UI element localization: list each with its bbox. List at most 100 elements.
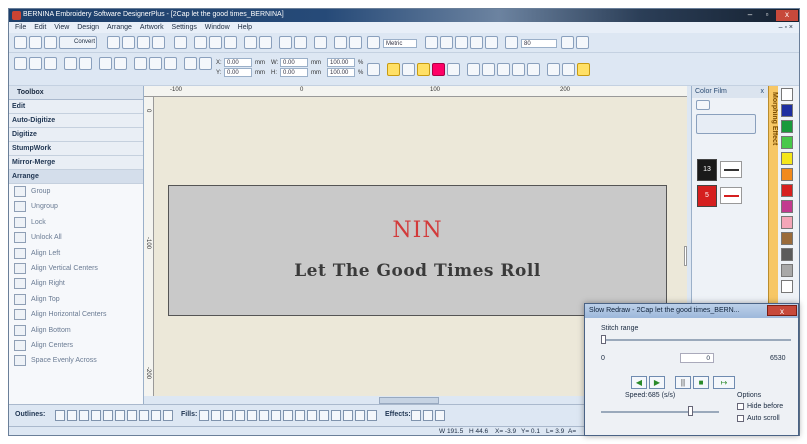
menu-artwork[interactable]: Artwork xyxy=(140,22,164,33)
effect-pattern-icon[interactable] xyxy=(411,410,421,421)
disk-icon[interactable] xyxy=(122,36,135,49)
effect-settings-icon[interactable] xyxy=(435,410,445,421)
new-icon[interactable] xyxy=(14,36,27,49)
outline-blanket-icon[interactable] xyxy=(91,410,101,421)
menu-design[interactable]: Design xyxy=(77,22,99,33)
toolbox-item-space-evenly-across[interactable]: Space Evenly Across xyxy=(9,353,143,368)
film-sort-controls[interactable] xyxy=(696,114,756,134)
hoop-edit-icon[interactable] xyxy=(294,36,307,49)
auto-scroll-checkbox[interactable] xyxy=(737,415,744,422)
zoom-input[interactable]: 80 xyxy=(521,39,557,48)
rotate-right-icon[interactable] xyxy=(149,57,162,70)
palette-color[interactable] xyxy=(781,184,793,197)
reshape-box-icon[interactable] xyxy=(79,57,92,70)
palette-color[interactable] xyxy=(781,120,793,133)
undo-icon[interactable] xyxy=(244,36,257,49)
toolbox-item-unlock-all[interactable]: Unlock All xyxy=(9,230,143,245)
fill-stipple-icon[interactable] xyxy=(343,410,353,421)
toolbox-item-align-right[interactable]: Align Right xyxy=(9,276,143,291)
lasso-icon[interactable] xyxy=(44,57,57,70)
film-options-icon[interactable] xyxy=(696,100,710,110)
frame-icon[interactable] xyxy=(485,36,498,49)
color-wheel-icon[interactable] xyxy=(387,63,400,76)
mirror-icon[interactable] xyxy=(99,57,112,70)
scale-w-input[interactable]: 100.00 xyxy=(327,58,355,67)
reshape-icon[interactable] xyxy=(64,57,77,70)
toolbox-section-mirror-merge[interactable]: Mirror-Merge xyxy=(9,156,143,170)
w-input[interactable]: 0.00 xyxy=(280,58,308,67)
units-select[interactable]: Metric xyxy=(383,39,417,48)
outline-backstitch-icon[interactable] xyxy=(115,410,125,421)
users-icon[interactable] xyxy=(455,36,468,49)
wand-icon[interactable] xyxy=(447,63,460,76)
toolbox-item-ungroup[interactable]: Ungroup xyxy=(9,199,143,214)
toolbox-section-edit[interactable]: Edit xyxy=(9,100,143,114)
machine-icon[interactable] xyxy=(334,36,347,49)
toolbox-item-lock[interactable]: Lock xyxy=(9,215,143,230)
grid-tool-icon[interactable] xyxy=(547,63,560,76)
toolbox-section-stumpwork[interactable]: StumpWork xyxy=(9,142,143,156)
design-tagline[interactable]: Let The Good Times Roll xyxy=(169,261,666,281)
preview-icon[interactable] xyxy=(152,36,165,49)
stitch-icon[interactable] xyxy=(314,36,327,49)
menu-file[interactable]: File xyxy=(15,22,26,33)
lock-proportions-icon[interactable] xyxy=(367,63,380,76)
toolbox-item-group[interactable]: Group xyxy=(9,184,143,199)
measure-icon[interactable] xyxy=(367,36,380,49)
effect-offset-icon[interactable] xyxy=(423,410,433,421)
toolbox-section-arrange[interactable]: Arrange xyxy=(9,170,143,184)
hide-before-checkbox[interactable] xyxy=(737,403,744,410)
outline-motif-icon[interactable] xyxy=(103,410,113,421)
outline-running-icon[interactable] xyxy=(55,410,65,421)
menu-arrange[interactable]: Arrange xyxy=(107,22,132,33)
fill-contour-icon[interactable] xyxy=(235,410,245,421)
stop-button[interactable]: ■ xyxy=(693,376,709,389)
horizontal-scrollbar[interactable] xyxy=(379,397,439,404)
toolbox-item-align-left[interactable]: Align Left xyxy=(9,246,143,261)
doc-window-controls[interactable]: – ▫ × xyxy=(779,22,793,33)
play-icon[interactable] xyxy=(114,57,127,70)
fill-heart-icon[interactable] xyxy=(259,410,269,421)
save-icon[interactable] xyxy=(44,36,57,49)
x-input[interactable]: 0.00 xyxy=(224,58,252,67)
palette-color[interactable] xyxy=(781,248,793,261)
stitch-range-thumb[interactable] xyxy=(601,335,606,344)
copy-icon[interactable] xyxy=(209,36,222,49)
send-icon[interactable] xyxy=(349,36,362,49)
fill-tatami-icon[interactable] xyxy=(199,410,209,421)
color-film-item[interactable]: 5 xyxy=(697,185,763,207)
palette-color[interactable] xyxy=(781,136,793,149)
maximize-button[interactable]: ▫ xyxy=(759,10,775,21)
fill-pattern-icon[interactable] xyxy=(223,410,233,421)
star-icon[interactable] xyxy=(402,63,415,76)
toolbox-item-align-bottom[interactable]: Align Bottom xyxy=(9,323,143,338)
toolbox-item-align-top[interactable]: Align Top xyxy=(9,292,143,307)
motif-icon[interactable] xyxy=(497,63,510,76)
fill-cross-icon[interactable] xyxy=(283,410,293,421)
frame-tool-icon[interactable] xyxy=(527,63,540,76)
menu-settings[interactable]: Settings xyxy=(172,22,197,33)
menu-window[interactable]: Window xyxy=(205,22,230,33)
palette-color[interactable] xyxy=(781,280,793,293)
fill-radial-icon[interactable] xyxy=(247,410,257,421)
print-icon[interactable] xyxy=(137,36,150,49)
fill-grid-icon[interactable] xyxy=(295,410,305,421)
palette-color[interactable] xyxy=(781,200,793,213)
skew-icon[interactable] xyxy=(184,57,197,70)
fill-motif-icon[interactable] xyxy=(319,410,329,421)
zoom-fit-icon[interactable] xyxy=(561,36,574,49)
palette-color[interactable] xyxy=(781,216,793,229)
convert-button[interactable]: Convert xyxy=(59,36,97,49)
redo-icon[interactable] xyxy=(259,36,272,49)
palette-color[interactable] xyxy=(781,152,793,165)
zoom-icon[interactable] xyxy=(505,36,518,49)
position-icon[interactable] xyxy=(199,57,212,70)
pause-button[interactable]: || xyxy=(675,376,691,389)
fill-lace-icon[interactable] xyxy=(355,410,365,421)
menu-help[interactable]: Help xyxy=(238,22,252,33)
scale-h-input[interactable]: 100.00 xyxy=(327,68,355,77)
palette-color[interactable] xyxy=(781,168,793,181)
color-film-item[interactable]: 13 xyxy=(697,159,763,181)
flower-icon[interactable] xyxy=(467,63,480,76)
toolbox-section-auto-digitize[interactable]: Auto-Digitize xyxy=(9,114,143,128)
